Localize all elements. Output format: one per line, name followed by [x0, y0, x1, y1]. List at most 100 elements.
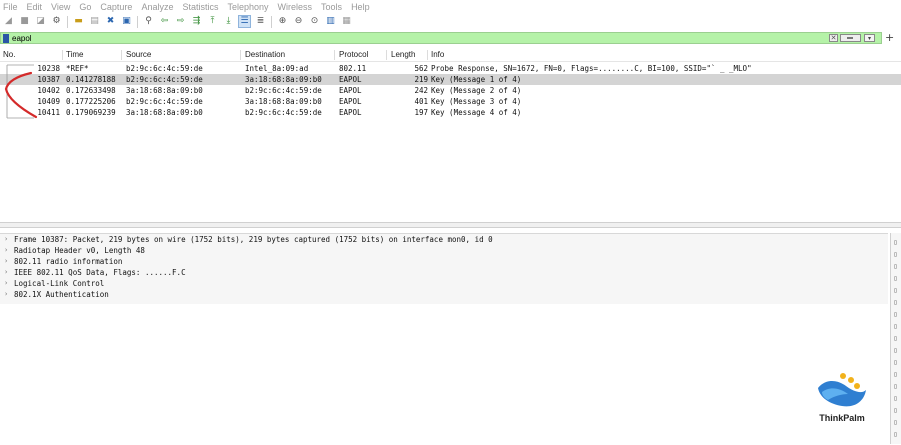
- column-divider[interactable]: [240, 50, 241, 60]
- colorize-icon[interactable]: ≣: [254, 15, 267, 28]
- column-header-protocol[interactable]: Protocol: [339, 50, 368, 59]
- clear-filter-icon[interactable]: ✕: [829, 34, 838, 42]
- packet-source: b2:9c:6c:4c:59:de: [126, 75, 203, 84]
- packet-protocol: EAPOL: [339, 75, 362, 84]
- menu-file[interactable]: File: [3, 2, 18, 12]
- close-file-icon[interactable]: ✖: [104, 15, 117, 28]
- packet-row[interactable]: 10238 *REF* b2:9c:6c:4c:59:de Intel_8a:0…: [0, 63, 901, 74]
- detail-text: Logical-Link Control: [14, 279, 105, 288]
- expand-arrow-icon[interactable]: ›: [4, 234, 8, 245]
- display-filter-bar: ✕ ▾: [0, 32, 882, 44]
- detail-tree-item[interactable]: › Radiotap Header v0, Length 48: [0, 245, 888, 256]
- autoscroll-icon[interactable]: ☰: [238, 15, 251, 28]
- options-gear-icon[interactable]: ⚙: [50, 15, 63, 28]
- go-last-icon[interactable]: ⤓: [222, 15, 235, 28]
- main-toolbar: ◢ ■ ◪ ⚙ ▬ ▤ ✖ ▣ ⚲ ⇦ ⇨ ⇶ ⤒ ⤓ ☰ ≣ ⊕ ⊖ ⊙ ▥ …: [0, 13, 901, 30]
- filter-history-dropdown[interactable]: ▾: [864, 34, 875, 42]
- toolbar-separator: [67, 15, 68, 28]
- toolbar-separator: [137, 15, 138, 28]
- menu-capture[interactable]: Capture: [100, 2, 132, 12]
- packet-source: b2:9c:6c:4c:59:de: [126, 97, 203, 106]
- detail-tree-item[interactable]: › 802.1X Authentication: [0, 289, 888, 300]
- packet-row-selected[interactable]: 10387 0.141278188 b2:9c:6c:4c:59:de 3a:1…: [0, 74, 901, 85]
- column-divider[interactable]: [62, 50, 63, 60]
- layout-grid-icon[interactable]: ▦: [340, 15, 353, 28]
- bytes-marker: [894, 264, 897, 269]
- detail-tree-item[interactable]: › Logical-Link Control: [0, 278, 888, 289]
- column-divider[interactable]: [121, 50, 122, 60]
- save-file-icon[interactable]: ▤: [88, 15, 101, 28]
- packet-details-pane: › Frame 10387: Packet, 219 bytes on wire…: [0, 233, 888, 445]
- resize-columns-icon[interactable]: ▥: [324, 15, 337, 28]
- packet-row[interactable]: 10411 0.179069239 3a:18:68:8a:09:b0 b2:9…: [0, 107, 901, 118]
- bookmark-icon[interactable]: [3, 33, 9, 43]
- apply-filter-button[interactable]: [840, 34, 861, 42]
- open-folder-icon[interactable]: ▬: [72, 15, 85, 28]
- packet-row[interactable]: 10409 0.177225206 b2:9c:6c:4c:59:de 3a:1…: [0, 96, 901, 107]
- expand-arrow-icon[interactable]: ›: [4, 267, 8, 278]
- menu-analyze[interactable]: Analyze: [141, 2, 173, 12]
- pane-splitter[interactable]: [0, 222, 901, 228]
- zoom-normal-icon[interactable]: ⊙: [308, 15, 321, 28]
- detail-tree-item[interactable]: › 802.11 radio information: [0, 256, 888, 267]
- detail-text: Frame 10387: Packet, 219 bytes on wire (…: [14, 235, 493, 244]
- packet-protocol: EAPOL: [339, 86, 362, 95]
- menu-view[interactable]: View: [51, 2, 70, 12]
- menu-edit[interactable]: Edit: [27, 2, 43, 12]
- bytes-marker: [894, 312, 897, 317]
- column-header-time[interactable]: Time: [66, 50, 83, 59]
- column-divider[interactable]: [386, 50, 387, 60]
- menu-statistics[interactable]: Statistics: [182, 2, 218, 12]
- go-back-icon[interactable]: ⇦: [158, 15, 171, 28]
- detail-text: Radiotap Header v0, Length 48: [14, 246, 145, 255]
- bytes-marker: [894, 288, 897, 293]
- menu-wireless[interactable]: Wireless: [278, 2, 313, 12]
- bytes-marker: [894, 384, 897, 389]
- column-divider[interactable]: [427, 50, 428, 60]
- detail-text: 802.11 radio information: [14, 257, 123, 266]
- reload-icon[interactable]: ▣: [120, 15, 133, 28]
- find-packet-icon[interactable]: ⚲: [142, 15, 155, 28]
- go-first-icon[interactable]: ⤒: [206, 15, 219, 28]
- column-divider[interactable]: [334, 50, 335, 60]
- column-header-length[interactable]: Length: [391, 50, 415, 59]
- packet-destination: 3a:18:68:8a:09:b0: [245, 97, 322, 106]
- detail-text: IEEE 802.11 QoS Data, Flags: ......F.C: [14, 268, 186, 277]
- expand-arrow-icon[interactable]: ›: [4, 278, 8, 289]
- go-to-packet-icon[interactable]: ⇶: [190, 15, 203, 28]
- packet-length: 197: [414, 108, 428, 117]
- packet-source: b2:9c:6c:4c:59:de: [126, 64, 203, 73]
- column-header-source[interactable]: Source: [126, 50, 151, 59]
- menu-go[interactable]: Go: [79, 2, 91, 12]
- expand-arrow-icon[interactable]: ›: [4, 245, 8, 256]
- bytes-marker: [894, 336, 897, 341]
- zoom-in-icon[interactable]: ⊕: [276, 15, 289, 28]
- expand-arrow-icon[interactable]: ›: [4, 289, 8, 300]
- zoom-out-icon[interactable]: ⊖: [292, 15, 305, 28]
- packet-time: *REF*: [66, 64, 89, 73]
- restart-icon[interactable]: ◪: [34, 15, 47, 28]
- packet-info: Probe Response, SN=1672, FN=0, Flags=...…: [431, 64, 752, 73]
- column-header-info[interactable]: Info: [431, 50, 444, 59]
- menu-bar: File Edit View Go Capture Analyze Statis…: [0, 0, 901, 13]
- menu-tools[interactable]: Tools: [321, 2, 342, 12]
- column-header-destination[interactable]: Destination: [245, 50, 285, 59]
- packet-no: 10402: [37, 86, 60, 95]
- toolbar-separator: [271, 15, 272, 28]
- column-header-no[interactable]: No.: [3, 50, 15, 59]
- shark-fin-start-icon[interactable]: ◢: [2, 15, 15, 28]
- detail-tree-item[interactable]: › IEEE 802.11 QoS Data, Flags: ......F.C: [0, 267, 888, 278]
- packet-row[interactable]: 10402 0.172633498 3a:18:68:8a:09:b0 b2:9…: [0, 85, 901, 96]
- display-filter-input[interactable]: [12, 33, 792, 43]
- packet-destination: 3a:18:68:8a:09:b0: [245, 75, 322, 84]
- menu-telephony[interactable]: Telephony: [227, 2, 268, 12]
- stop-square-icon[interactable]: ■: [18, 15, 31, 28]
- packet-time: 0.172633498: [66, 86, 116, 95]
- menu-help[interactable]: Help: [351, 2, 370, 12]
- add-filter-button[interactable]: +: [885, 31, 894, 45]
- detail-tree-item[interactable]: › Frame 10387: Packet, 219 bytes on wire…: [0, 234, 888, 245]
- packet-protocol: 802.11: [339, 64, 367, 73]
- expand-arrow-icon[interactable]: ›: [4, 256, 8, 267]
- go-forward-icon[interactable]: ⇨: [174, 15, 187, 28]
- packet-bytes-pane[interactable]: [890, 233, 901, 444]
